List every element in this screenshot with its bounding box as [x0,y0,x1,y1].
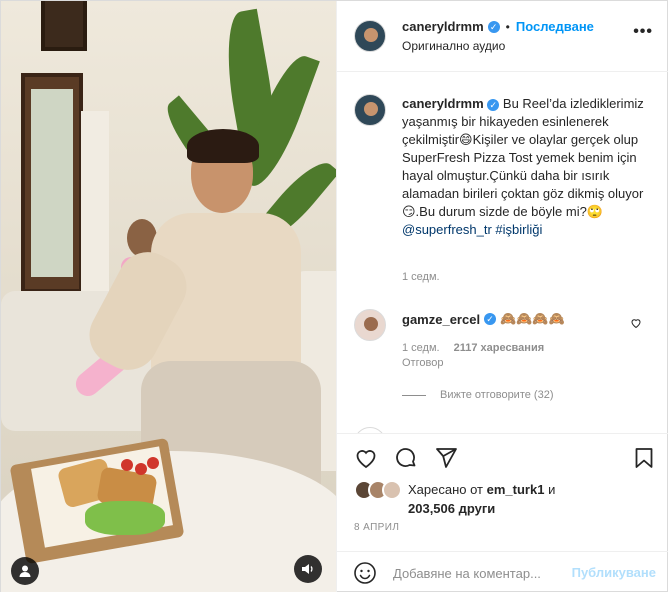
avatar[interactable] [354,20,386,52]
comment-input[interactable] [393,562,563,584]
header-user-row: caneryldrmm ✓ • Последване [402,19,594,34]
separator-dot: • [505,19,510,34]
lettuce [85,501,165,535]
comment-likes[interactable]: 2117 харесвания [454,342,545,354]
add-comment-bar: Публикуване [337,551,668,592]
avatar[interactable] [354,94,386,126]
user-tag-button[interactable] [11,557,39,585]
bookmark-icon [635,448,653,468]
tomato [135,463,147,475]
curtain [81,111,109,311]
like-button[interactable] [352,444,380,472]
reel-video[interactable] [1,1,336,592]
wall-frame [41,1,87,51]
emoji-button[interactable] [353,561,377,585]
man-hair [187,129,259,163]
header-username[interactable]: caneryldrmm [402,19,484,34]
verified-badge-icon: ✓ [484,313,497,325]
post-side-panel: caneryldrmm ✓ • Последване Оригинално ау… [336,1,668,592]
post-dialog: caneryldrmm ✓ • Последване Оригинално ау… [0,0,668,592]
comment-text: 🙈🙈🙈🙈 [500,311,565,326]
post-date[interactable]: 8 АПРИЛ [354,522,399,533]
view-replies-label: Вижте отговорите (32) [440,389,554,401]
caption-username[interactable]: caneryldrmm [402,96,484,111]
hashtag-link[interactable]: #işbirliği [495,222,542,237]
paper-plane-icon [436,448,457,468]
tomato [147,457,159,469]
comment-bubble-icon [396,448,416,467]
caption-text: Bu Reel’da izlediklerimiz yaşanmış bir h… [402,96,644,219]
heart-icon [631,319,641,329]
reply-button[interactable]: Отговор [402,357,443,369]
comment-meta: 1 седм. 2117 харесвания [402,342,544,354]
sound-toggle-button[interactable] [294,555,322,583]
window [21,73,83,293]
speaker-icon [302,564,313,574]
heart-icon [356,450,376,469]
comment-username[interactable]: gamze_ercel [402,312,480,327]
view-replies-button[interactable]: Вижте отговорите (32) [402,389,553,401]
avatar [382,480,402,500]
post-actions: Харесано от em_turk1 и 203,506 други 8 А… [337,433,668,543]
comment-timestamp[interactable]: 1 седм. [402,342,440,354]
tomato [121,459,133,471]
user-icon [19,565,31,577]
divider-line [402,394,426,396]
liked-by-row: Харесано от em_turk1 и 203,506 други [354,480,555,518]
smiley-icon [354,562,376,584]
comment-button[interactable] [392,444,420,472]
mention-link[interactable]: @superfresh_tr [402,222,492,237]
follow-button[interactable]: Последване [516,19,594,34]
post-comment-button[interactable]: Публикуване [572,565,656,580]
likes-count-link[interactable]: 203,506 други [408,501,495,516]
comment: gamze_ercel ✓ 🙈🙈🙈🙈 [402,311,565,327]
liked-user-link[interactable]: em_turk1 [487,482,545,497]
caption-timestamp[interactable]: 1 седм. [402,271,440,283]
liked-prefix: Харесано от [408,482,484,497]
liked-by-text: Харесано от em_turk1 и 203,506 други [408,480,555,518]
audio-link[interactable]: Оригинално аудио [402,39,505,53]
verified-badge-icon: ✓ [487,20,500,33]
share-button[interactable] [432,444,460,472]
post-header: caneryldrmm ✓ • Последване Оригинално ау… [337,1,668,72]
liked-and: и [548,482,556,497]
caption: caneryldrmm ✓ Bu Reel’da izlediklerimiz … [402,95,652,239]
more-options-icon[interactable]: ••• [633,23,653,41]
verified-badge-icon: ✓ [487,99,500,111]
comment-like-button[interactable] [630,317,642,332]
comments-section[interactable]: caneryldrmm ✓ Bu Reel’da izlediklerimiz … [337,73,668,433]
save-button[interactable] [630,444,658,472]
avatar[interactable] [354,309,386,341]
